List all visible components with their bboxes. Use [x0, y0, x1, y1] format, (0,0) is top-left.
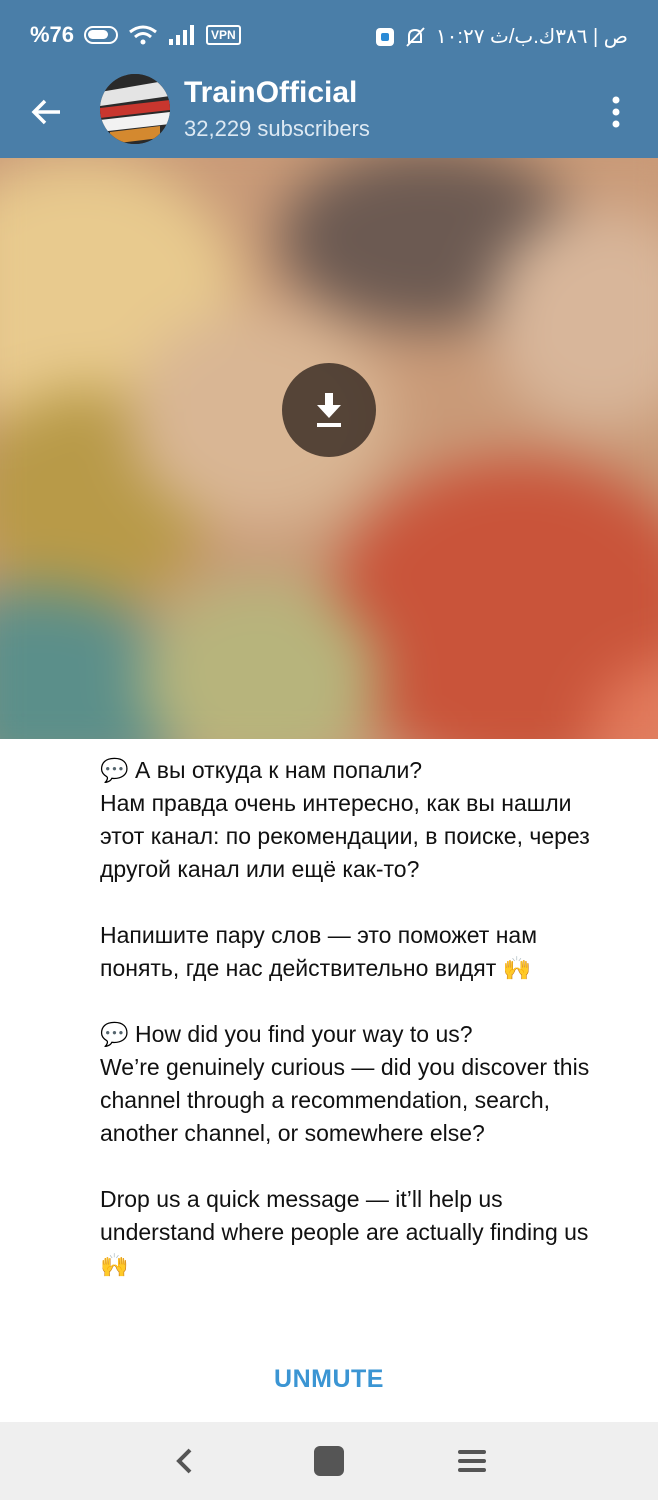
- channel-avatar[interactable]: [100, 74, 170, 144]
- signal-icon: [169, 25, 195, 45]
- download-icon: [317, 393, 341, 427]
- arrow-left-icon[interactable]: [26, 92, 66, 132]
- nav-menu-icon[interactable]: [456, 1446, 488, 1476]
- avatar-image: [100, 74, 170, 144]
- app-notification-icon: [375, 27, 394, 46]
- message-paragraph-en-request: Drop us a quick message — it’ll help us …: [100, 1186, 595, 1278]
- wifi-icon: [129, 25, 157, 45]
- download-button[interactable]: [282, 363, 376, 457]
- status-time: ۱۰:۲۷ ص | ۳۸٦ك.ب/ث: [435, 26, 628, 48]
- status-right: ۱۰:۲۷ ص | ۳۸٦ك.ب/ث: [375, 24, 628, 49]
- nav-back-icon[interactable]: [170, 1446, 200, 1476]
- message-paragraph-ru-request: Напишите пару слов — это поможет нам пон…: [100, 922, 544, 981]
- battery-percent: %76: [30, 22, 75, 47]
- bell-off-icon: [406, 26, 425, 47]
- battery-icon: [84, 26, 119, 44]
- unmute-button[interactable]: UNMUTE: [0, 1346, 658, 1412]
- status-left: %76 VPN: [30, 22, 241, 48]
- chat-header: TrainOfficial 32,229 subscribers: [0, 66, 658, 158]
- blurred-media-preview[interactable]: [0, 158, 658, 739]
- status-bar: %76 VPN ۱۰:۲۷ ص | ۳۸٦ك.ب/ث: [0, 0, 658, 66]
- more-vertical-icon[interactable]: [602, 94, 630, 130]
- vpn-badge: VPN: [206, 25, 241, 45]
- subscriber-count: 32,229 subscribers: [184, 116, 370, 141]
- nav-home-icon[interactable]: [314, 1446, 344, 1476]
- system-navigation-bar: [0, 1422, 658, 1500]
- message-text: 💬 А вы откуда к нам попали? Нам правда о…: [100, 754, 620, 1282]
- message-paragraph-en-question: 💬 How did you find your way to us? We’re…: [100, 1021, 590, 1146]
- channel-title[interactable]: TrainOfficial: [184, 76, 357, 110]
- message-paragraph-ru-question: 💬 А вы откуда к нам попали? Нам правда о…: [100, 757, 590, 882]
